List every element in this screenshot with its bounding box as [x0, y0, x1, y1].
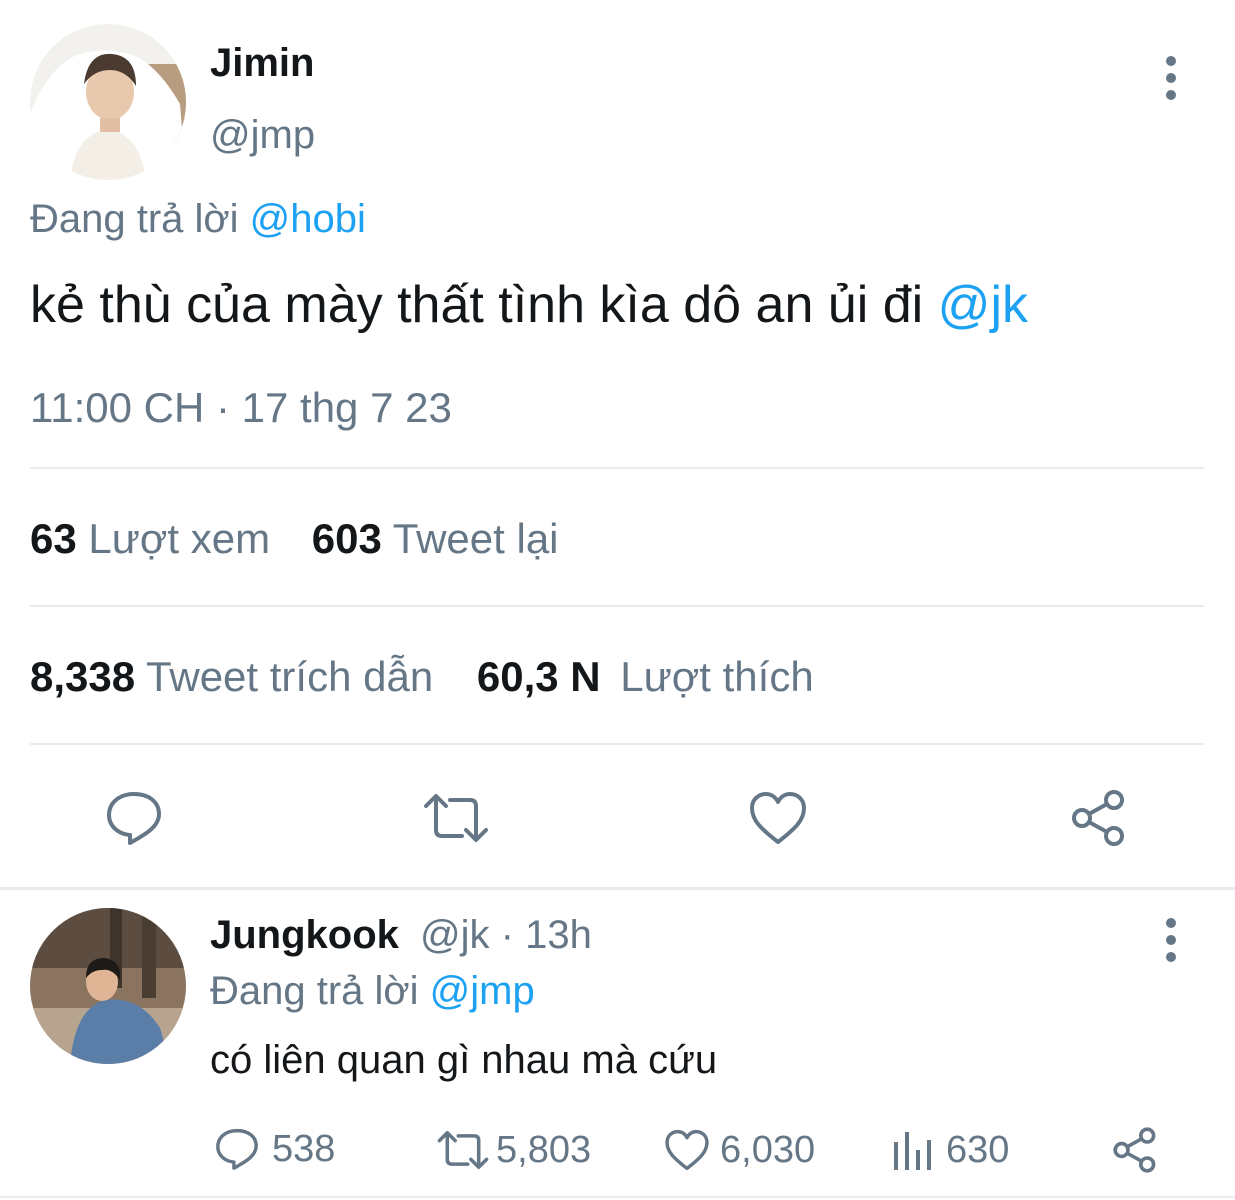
reply-comment-count: 538: [272, 1127, 336, 1170]
reply-retweet-count: 5,803: [496, 1128, 592, 1171]
reply-like-count: 6,030: [720, 1128, 816, 1171]
bottom-divider: [0, 1196, 1235, 1198]
divider: [30, 605, 1204, 607]
avatar-photo: [30, 24, 186, 180]
like-icon: [665, 1129, 709, 1171]
timestamp[interactable]: 11:00 CH · 17 thg 7 23: [30, 384, 452, 432]
likes-count: 60,3 N: [476, 653, 601, 700]
views-icon: [894, 1132, 931, 1170]
reply-text: có liên quan gì nhau mà cứu: [210, 1038, 718, 1082]
reply-icon[interactable]: [104, 788, 164, 848]
views-stat[interactable]: 63 Lượt xem: [30, 515, 282, 562]
reply-views-count: 630: [946, 1128, 1010, 1171]
reply-author-name[interactable]: Jungkook: [210, 913, 399, 957]
reply-more-options-icon[interactable]: [1165, 918, 1177, 962]
views-label: Lượt xem: [88, 515, 271, 562]
divider: [30, 467, 1204, 469]
like-icon[interactable]: [748, 790, 808, 846]
reply-views-action[interactable]: 630: [892, 1128, 1009, 1172]
reply-to-link[interactable]: @hobi: [250, 197, 366, 241]
reply-header: Jungkook @jk · 13h: [210, 912, 592, 958]
reply-prefix: Đang trả lời: [210, 969, 419, 1013]
reply-like-action[interactable]: 6,030: [664, 1128, 815, 1172]
tweet-text: kẻ thù của mày thất tình kìa dô an ủi đi…: [30, 274, 1028, 336]
reply-retweet-action[interactable]: 5,803: [436, 1128, 591, 1172]
reply-context: Đang trả lời @hobi: [30, 196, 366, 242]
quotes-count: 8,338: [30, 653, 136, 700]
more-options-icon[interactable]: [1165, 56, 1177, 100]
retweet-icon: [437, 1130, 489, 1170]
views-count: 63: [30, 515, 77, 562]
comment-icon: [216, 1128, 258, 1170]
reply-avatar[interactable]: [30, 908, 186, 1064]
avatar[interactable]: [30, 24, 186, 180]
stats-row-1: 63 Lượt xem 603 Tweet lại: [30, 514, 559, 564]
reply-avatar-photo: [30, 908, 186, 1064]
reply-to-link[interactable]: @jmp: [430, 969, 535, 1013]
share-icon[interactable]: [1070, 788, 1130, 848]
retweets-label: Tweet lại: [392, 515, 559, 562]
reply-context: Đang trả lời @jmp: [210, 968, 535, 1014]
retweets-stat[interactable]: 603 Tweet lại: [312, 515, 559, 562]
stats-row-2: 8,338 Tweet trích dẫn 60,3 N Lượt thích: [30, 652, 814, 702]
author-name[interactable]: Jimin: [210, 40, 314, 86]
quotes-label: Tweet trích dẫn: [146, 653, 434, 700]
retweets-count: 603: [311, 515, 382, 562]
mention-link[interactable]: @jk: [938, 276, 1028, 334]
tweet-body: kẻ thù của mày thất tình kìa dô an ủi đi: [30, 276, 924, 334]
retweet-icon[interactable]: [422, 790, 490, 846]
author-handle[interactable]: @jmp: [210, 112, 315, 158]
reply-meta[interactable]: @jk · 13h: [420, 913, 592, 957]
likes-stat[interactable]: 60,3 N Lượt thích: [477, 653, 814, 700]
reply-share-icon[interactable]: [1112, 1126, 1160, 1174]
likes-label: Lượt thích: [620, 653, 814, 700]
divider: [30, 743, 1204, 745]
section-divider: [0, 887, 1235, 890]
quotes-stat[interactable]: 8,338 Tweet trích dẫn: [30, 653, 445, 700]
reply-prefix: Đang trả lời: [30, 197, 239, 241]
reply-comment-action[interactable]: 538: [214, 1126, 335, 1172]
